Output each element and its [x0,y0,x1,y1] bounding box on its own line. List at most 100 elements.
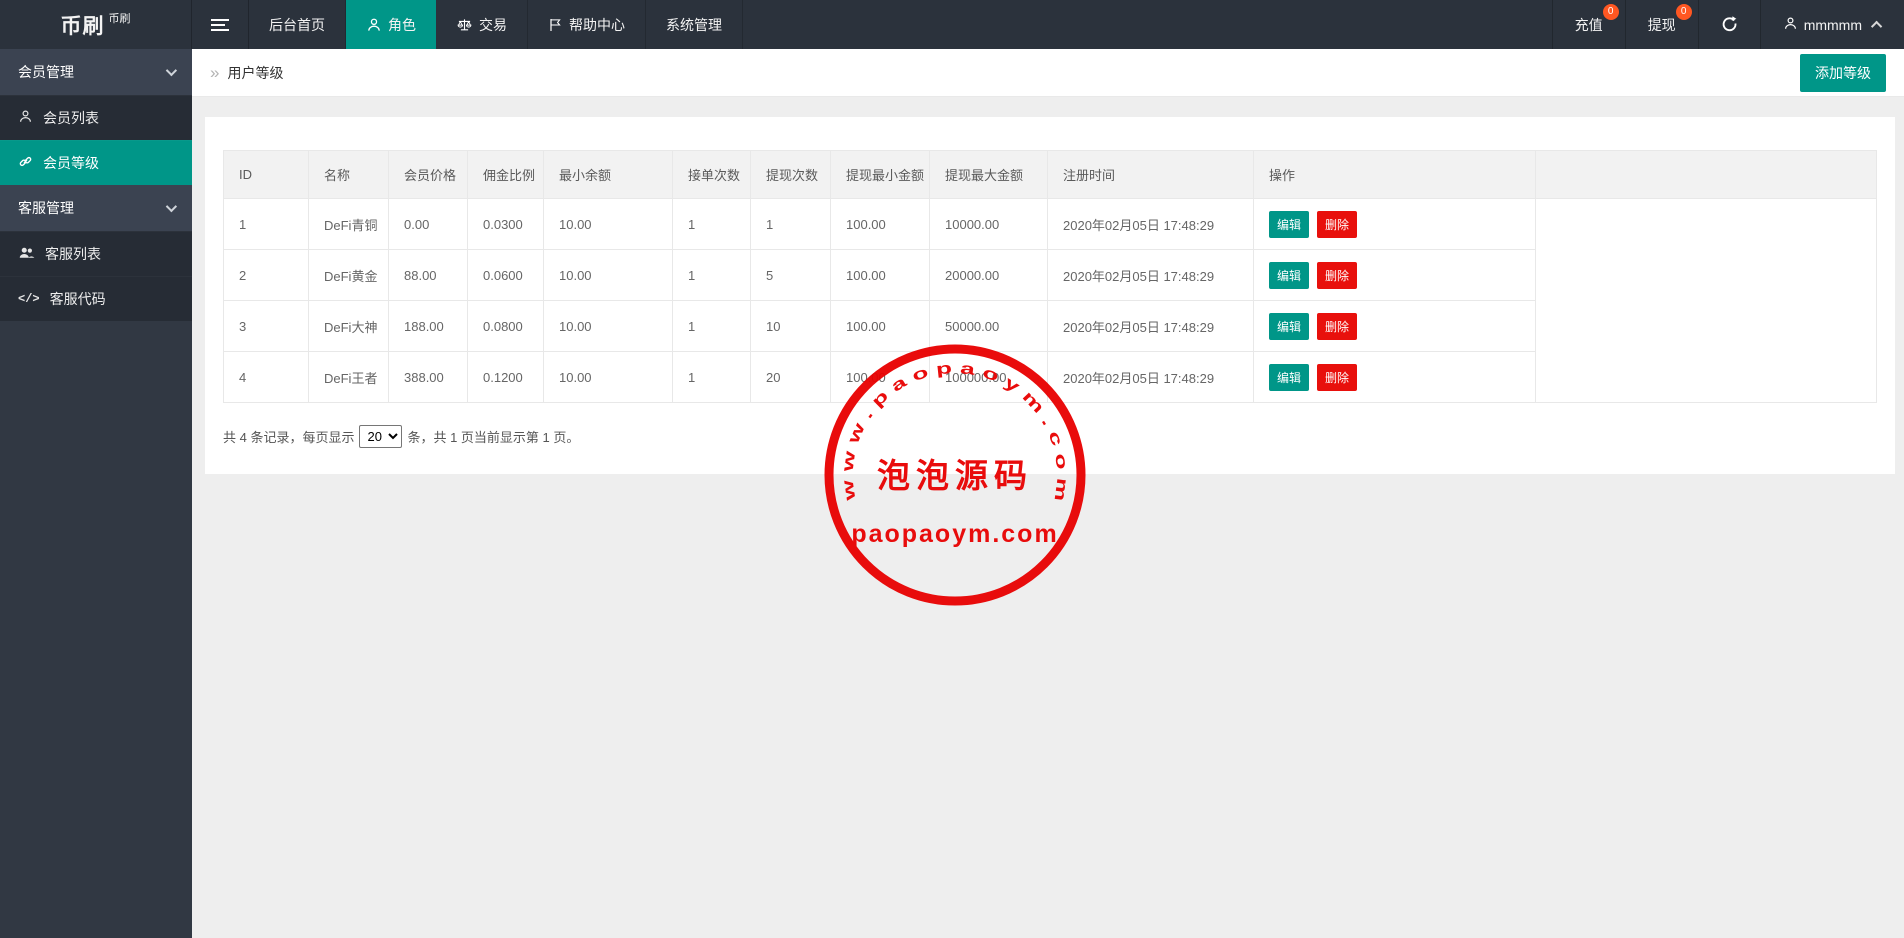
col-header-actions: 操作 [1253,150,1536,199]
sidebar-group-label: 客服管理 [18,200,74,216]
chevron-down-icon [165,64,178,77]
cell-orders: 1 [672,351,751,403]
nav-item-trade[interactable]: 交易 [436,0,528,49]
cell-orders: 1 [672,249,751,301]
app-logo-text: 币刷 [60,14,105,38]
recharge-badge: 0 [1602,4,1619,20]
delete-button[interactable]: 删除 [1317,261,1358,289]
user-menu[interactable]: mmmmm [1759,0,1904,49]
cell-actions: 编辑 删除 [1253,198,1536,250]
pagination: 共 4 条记录，每页显示 20 条，共 1 页当前显示第 1 页。 [223,425,1877,448]
cell-withdraw-min: 100.00 [830,249,930,301]
hamburger-icon [211,16,229,34]
sidebar-item-label: 会员列表 [43,110,99,126]
nav-item-system[interactable]: 系统管理 [646,0,743,49]
col-header-reg-time: 注册时间 [1047,150,1254,199]
col-header-name: 名称 [308,150,389,199]
col-header-empty [1535,150,1877,199]
cell-actions: 编辑 删除 [1253,300,1536,352]
page-size-select[interactable]: 20 [359,425,403,448]
cell-id: 2 [223,249,309,301]
sidebar-item-support-list[interactable]: 客服列表 [0,231,192,276]
chevron-down-icon [165,200,178,213]
sidebar-item-label: 客服代码 [49,291,106,307]
cell-actions: 编辑 删除 [1253,249,1536,301]
username: mmmmm [1803,16,1862,33]
cell-withdraw-times: 20 [750,351,831,403]
edit-button[interactable]: 编辑 [1269,210,1310,238]
col-header-min-balance: 最小余额 [543,150,673,199]
withdraw-badge: 0 [1675,4,1692,20]
col-header-withdraw-min: 提现最小金额 [830,150,930,199]
cell-orders: 1 [672,300,751,352]
cell-withdraw-times: 1 [750,198,831,250]
refresh-button[interactable] [1697,0,1760,49]
cell-commission: 0.1200 [467,351,544,403]
nav-item-label: 角色 [388,16,416,33]
cell-reg-time: 2020年02月05日 17:48:29 [1047,249,1254,301]
chevron-up-icon [1870,20,1883,32]
sidebar-item-label: 会员等级 [43,155,99,171]
cell-id: 4 [223,351,309,403]
sidebar-item-member-list[interactable]: 会员列表 [0,95,192,140]
sidebar-group-support-management[interactable]: 客服管理 [0,185,192,231]
nav-item-roles[interactable]: 角色 [346,0,436,49]
col-header-withdraw-times: 提现次数 [750,150,831,199]
table-row: 1 DeFi青铜 0.00 0.0300 10.00 1 1 100.00 10… [223,198,1877,403]
cell-name: DeFi大神 [308,300,389,352]
breadcrumb: » 用户等级 添加等级 [192,49,1904,97]
cell-withdraw-max: 20000.00 [929,249,1048,301]
sidebar-item-member-level[interactable]: 会员等级 [0,140,192,185]
cell-orders: 1 [672,198,751,250]
cell-commission: 0.0800 [467,300,544,352]
edit-button[interactable]: 编辑 [1269,312,1310,340]
sidebar-group-member-management[interactable]: 会员管理 [0,49,192,95]
withdraw-button[interactable]: 提现 0 [1624,0,1698,49]
cell-name: DeFi黄金 [308,249,389,301]
content-area: ID 名称 会员价格 佣金比例 最小余额 接单次数 提现次数 提现最小金额 提现… [192,97,1904,938]
delete-button[interactable]: 删除 [1317,210,1358,238]
pagination-prefix: 共 4 条记录，每页显示 [223,430,355,445]
col-header-id: ID [223,150,309,199]
sidebar: 会员管理 会员列表 会员等级 客服管理 客服列表 </> 客服代码 [0,49,192,938]
withdraw-label: 提现 [1647,16,1676,33]
cell-empty [1535,198,1877,403]
cell-reg-time: 2020年02月05日 17:48:29 [1047,351,1254,403]
sidebar-item-support-code[interactable]: </> 客服代码 [0,276,192,321]
sidebar-group-label: 会员管理 [18,64,74,80]
levels-table: ID 名称 会员价格 佣金比例 最小余额 接单次数 提现次数 提现最小金额 提现… [223,150,1877,403]
edit-button[interactable]: 编辑 [1269,363,1310,391]
cell-reg-time: 2020年02月05日 17:48:29 [1047,198,1254,250]
app-logo[interactable]: 币刷 币刷 [0,0,192,49]
cell-withdraw-min: 100.00 [830,300,930,352]
nav-item-label: 系统管理 [666,16,722,33]
cell-withdraw-times: 10 [750,300,831,352]
nav-item-help-center[interactable]: 帮助中心 [528,0,646,49]
refresh-icon [1721,15,1738,35]
recharge-button[interactable]: 充值 0 [1551,0,1625,49]
delete-button[interactable]: 删除 [1317,363,1358,391]
nav-item-dashboard[interactable]: 后台首页 [249,0,346,49]
cell-withdraw-max: 10000.00 [929,198,1048,250]
menu-toggle[interactable] [192,0,249,49]
cell-min-balance: 10.00 [543,300,673,352]
cell-withdraw-min: 100.00 [830,351,930,403]
cell-withdraw-max: 100000.00 [929,351,1048,403]
table-card: ID 名称 会员价格 佣金比例 最小余额 接单次数 提现次数 提现最小金额 提现… [205,117,1895,474]
users-icon [18,245,35,263]
delete-button[interactable]: 删除 [1317,312,1358,340]
nav-item-label: 帮助中心 [569,16,625,33]
cell-id: 3 [223,300,309,352]
cell-withdraw-min: 100.00 [830,198,930,250]
nav-item-label: 交易 [479,16,507,33]
person-icon [18,109,33,127]
edit-button[interactable]: 编辑 [1269,261,1310,289]
cell-name: DeFi王者 [308,351,389,403]
cell-price: 0.00 [388,198,468,250]
add-level-button[interactable]: 添加等级 [1800,53,1886,92]
page-title: 用户等级 [227,64,284,81]
table-header-row: ID 名称 会员价格 佣金比例 最小余额 接单次数 提现次数 提现最小金额 提现… [223,150,1877,199]
sidebar-item-label: 客服列表 [45,246,101,262]
cell-withdraw-max: 50000.00 [929,300,1048,352]
